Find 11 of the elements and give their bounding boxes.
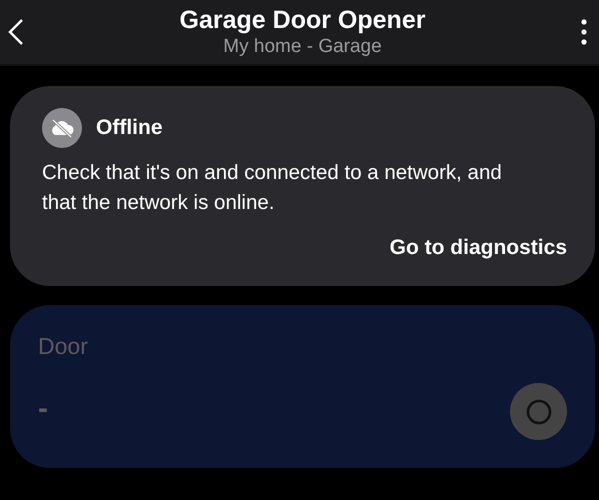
page-title: Garage Door Opener [180,5,426,35]
diagnostics-link[interactable]: Go to diagnostics [390,236,567,260]
status-title: Offline [96,116,162,140]
door-label: Door [38,333,89,360]
back-button[interactable] [8,18,24,46]
more-options-button[interactable] [581,19,587,45]
circle-icon [526,398,552,424]
status-message: Check that it's on and connected to a network, and that the network is online. [42,160,503,216]
door-status: - [38,392,49,427]
page-subtitle: My home - Garage [223,35,382,59]
cloud-slash-icon [42,108,82,148]
